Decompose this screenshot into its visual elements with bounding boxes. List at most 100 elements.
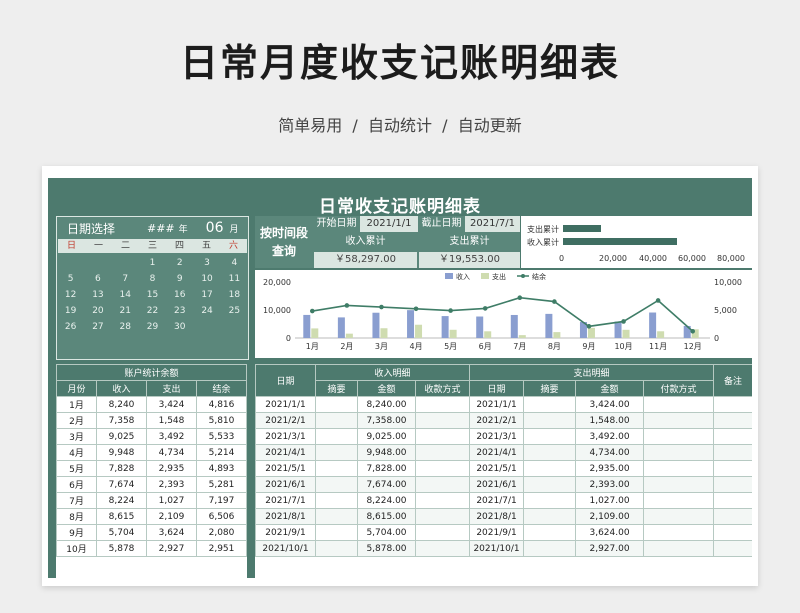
detail-date-cell[interactable]: 2021/3/1	[255, 428, 316, 445]
detail-date-cell[interactable]: 2021/9/1	[255, 524, 316, 541]
detail-date-cell[interactable]: 2021/4/1	[255, 444, 316, 461]
calendar-day[interactable]: 1	[139, 255, 166, 271]
calendar-day[interactable]: 28	[112, 319, 139, 335]
expense-method-cell[interactable]	[643, 412, 715, 429]
account-cell[interactable]: 8,615	[96, 508, 148, 525]
expense-amount-cell[interactable]: 2,393.00	[575, 476, 645, 493]
calendar-day[interactable]: 30	[166, 319, 193, 335]
expense-method-cell[interactable]	[643, 492, 715, 509]
calendar-day[interactable]: 16	[166, 287, 193, 303]
account-cell[interactable]: 5,878	[96, 540, 148, 557]
account-cell[interactable]: 8,240	[96, 396, 148, 413]
calendar-day[interactable]: 21	[112, 303, 139, 319]
income-summary-cell[interactable]	[315, 428, 358, 445]
account-cell[interactable]: 4,893	[195, 460, 247, 477]
account-cell[interactable]: 2月	[56, 412, 98, 429]
expense-method-cell[interactable]	[643, 508, 715, 525]
income-summary-cell[interactable]	[315, 412, 358, 429]
account-cell[interactable]: 5,704	[96, 524, 148, 541]
account-cell[interactable]: 2,393	[146, 476, 197, 493]
calendar-day[interactable]: 2	[166, 255, 193, 271]
account-cell[interactable]: 2,109	[146, 508, 197, 525]
start-date-value[interactable]: 2021/1/1	[360, 216, 418, 232]
account-cell[interactable]: 5,214	[195, 444, 247, 461]
calendar-day[interactable]: 18	[221, 287, 248, 303]
account-cell[interactable]: 2,080	[195, 524, 247, 541]
account-cell[interactable]: 9,948	[96, 444, 148, 461]
calendar-day[interactable]: 14	[112, 287, 139, 303]
income-summary-cell[interactable]	[315, 444, 358, 461]
account-cell[interactable]: 5,281	[195, 476, 247, 493]
income-method-cell[interactable]	[414, 524, 471, 541]
income-summary-cell[interactable]	[315, 396, 358, 413]
expense-summary-cell[interactable]	[523, 396, 577, 413]
calendar-day[interactable]: 9	[166, 271, 193, 287]
expense-summary-cell[interactable]	[523, 428, 577, 445]
income-summary-cell[interactable]	[315, 508, 358, 525]
calendar-day[interactable]: 20	[84, 303, 111, 319]
detail-date-cell[interactable]: 2021/6/1	[255, 476, 316, 493]
note-cell[interactable]	[713, 396, 752, 413]
income-summary-cell[interactable]	[315, 524, 358, 541]
calendar-day[interactable]: 26	[57, 319, 84, 335]
expense-summary-cell[interactable]	[523, 508, 577, 525]
expense-method-cell[interactable]	[643, 428, 715, 445]
account-cell[interactable]: 7,828	[96, 460, 148, 477]
income-amount-cell[interactable]: 8,240.00	[357, 396, 416, 413]
calendar-day[interactable]: 3	[193, 255, 220, 271]
expense-summary-cell[interactable]	[523, 540, 577, 557]
calendar-day[interactable]: 13	[84, 287, 111, 303]
income-amount-cell[interactable]: 8,224.00	[357, 492, 416, 509]
calendar-day[interactable]: 23	[166, 303, 193, 319]
expense-date-cell[interactable]: 2021/10/1	[469, 540, 525, 557]
income-amount-cell[interactable]: 7,358.00	[357, 412, 416, 429]
expense-date-cell[interactable]: 2021/6/1	[469, 476, 525, 493]
note-cell[interactable]	[713, 492, 752, 509]
income-method-cell[interactable]	[414, 460, 471, 477]
income-method-cell[interactable]	[414, 428, 471, 445]
calendar-month[interactable]: 06	[206, 220, 224, 236]
income-amount-cell[interactable]: 5,704.00	[357, 524, 416, 541]
calendar-year[interactable]: ###	[147, 222, 175, 235]
income-method-cell[interactable]	[414, 476, 471, 493]
account-cell[interactable]: 3,624	[146, 524, 197, 541]
detail-date-cell[interactable]: 2021/2/1	[255, 412, 316, 429]
expense-date-cell[interactable]: 2021/9/1	[469, 524, 525, 541]
income-method-cell[interactable]	[414, 540, 471, 557]
account-cell[interactable]: 2,951	[195, 540, 247, 557]
note-cell[interactable]	[713, 412, 752, 429]
account-cell[interactable]: 4,734	[146, 444, 197, 461]
account-cell[interactable]: 7,674	[96, 476, 148, 493]
calendar-day[interactable]: 6	[84, 271, 111, 287]
detail-date-cell[interactable]: 2021/10/1	[255, 540, 316, 557]
note-cell[interactable]	[713, 540, 752, 557]
detail-date-cell[interactable]: 2021/7/1	[255, 492, 316, 509]
expense-method-cell[interactable]	[643, 444, 715, 461]
expense-amount-cell[interactable]: 3,492.00	[575, 428, 645, 445]
expense-summary-cell[interactable]	[523, 412, 577, 429]
account-cell[interactable]: 8月	[56, 508, 98, 525]
account-cell[interactable]: 4,816	[195, 396, 247, 413]
income-method-cell[interactable]	[414, 444, 471, 461]
note-cell[interactable]	[713, 508, 752, 525]
income-amount-cell[interactable]: 5,878.00	[357, 540, 416, 557]
calendar-day[interactable]: 24	[193, 303, 220, 319]
note-cell[interactable]	[713, 524, 752, 541]
income-summary-cell[interactable]	[315, 476, 358, 493]
account-cell[interactable]: 2,927	[146, 540, 197, 557]
income-method-cell[interactable]	[414, 508, 471, 525]
detail-date-cell[interactable]: 2021/1/1	[255, 396, 316, 413]
calendar-day[interactable]: 11	[221, 271, 248, 287]
expense-amount-cell[interactable]: 2,109.00	[575, 508, 645, 525]
expense-summary-cell[interactable]	[523, 524, 577, 541]
calendar-day[interactable]: 19	[57, 303, 84, 319]
expense-summary-cell[interactable]	[523, 476, 577, 493]
expense-method-cell[interactable]	[643, 476, 715, 493]
account-cell[interactable]: 7月	[56, 492, 98, 509]
detail-date-cell[interactable]: 2021/5/1	[255, 460, 316, 477]
expense-amount-cell[interactable]: 4,734.00	[575, 444, 645, 461]
expense-amount-cell[interactable]: 3,624.00	[575, 524, 645, 541]
calendar-day[interactable]: 29	[139, 319, 166, 335]
income-amount-cell[interactable]: 7,828.00	[357, 460, 416, 477]
note-cell[interactable]	[713, 428, 752, 445]
